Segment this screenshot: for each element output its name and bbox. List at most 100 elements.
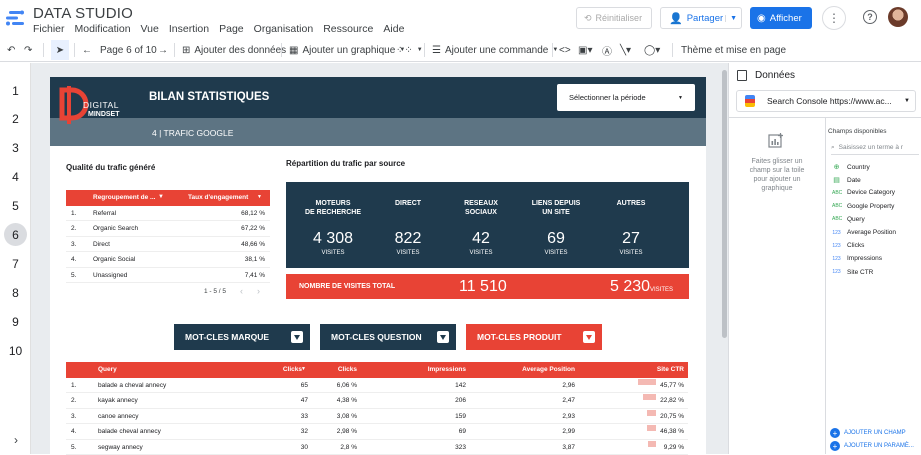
query-header-ctr[interactable]: Site CTR: [657, 366, 684, 373]
page-number[interactable]: 1: [0, 84, 31, 98]
keyword-question-button[interactable]: MOT-CLES QUESTION: [320, 324, 456, 350]
menu-item-0[interactable]: Fichier: [33, 23, 65, 35]
table-row[interactable]: 3.Direct48,66 %: [66, 237, 270, 253]
table-row[interactable]: 4.Organic Social38,1 %: [66, 252, 270, 268]
page-number[interactable]: 6: [0, 228, 31, 242]
quality-header-rate[interactable]: Taux d'engagement: [188, 194, 248, 201]
page-number[interactable]: 5: [0, 199, 31, 213]
site-ctr: 45,77 %: [660, 382, 684, 389]
source-value: 69: [521, 230, 591, 248]
shape-icon[interactable]: ◯▾: [644, 38, 660, 62]
menu-item-4[interactable]: Page: [219, 23, 244, 35]
reset-button[interactable]: ⟲Réinitialiser: [576, 7, 652, 29]
clicks-bar: [643, 394, 656, 400]
next-page-icon[interactable]: →: [158, 38, 168, 62]
menu-item-1[interactable]: Modification: [75, 23, 131, 35]
menu-item-6[interactable]: Ressource: [323, 23, 373, 35]
field-search[interactable]: ⌕ Saisissez un terme à r: [831, 141, 919, 155]
row-group: Organic Search: [93, 225, 138, 232]
community-viz-button[interactable]: ⁘⁘▼: [396, 38, 423, 62]
avatar[interactable]: [888, 7, 908, 27]
row-index: 2.: [71, 225, 76, 232]
period-selector[interactable]: Sélectionner la période ▼: [557, 84, 695, 111]
field-item[interactable]: ABCGoogle Property: [832, 203, 894, 210]
next-icon[interactable]: ›: [257, 286, 260, 296]
theme-layout-button[interactable]: Thème et mise en page: [681, 38, 786, 62]
site-ctr: 9,29 %: [664, 444, 684, 451]
keyword-product-button[interactable]: MOT-CLES PRODUIT: [466, 324, 602, 350]
quality-header-group[interactable]: Regroupement de ...: [93, 194, 155, 201]
table-row[interactable]: 2.kayak annecy474,38 %2062,4722,82 %: [66, 393, 688, 409]
clicks: 33: [301, 413, 308, 420]
page-number[interactable]: 9: [0, 315, 31, 329]
field-item[interactable]: 123Clicks: [832, 242, 864, 249]
source-value: 27: [596, 230, 666, 248]
page-number[interactable]: 10: [0, 344, 31, 358]
page-number[interactable]: 8: [0, 286, 31, 300]
expand-chevron-icon[interactable]: ›: [8, 432, 24, 448]
view-button[interactable]: ◉Afficher: [750, 7, 812, 29]
row-group: Direct: [93, 241, 110, 248]
field-name: Clicks: [847, 242, 864, 249]
table-row[interactable]: 3.canoe annecy333,08 %1592,9320,75 %: [66, 409, 688, 425]
add-data-button[interactable]: ⊞Ajouter des données: [182, 38, 286, 62]
menu-item-5[interactable]: Organisation: [254, 23, 314, 35]
select-cursor-icon[interactable]: ➤: [51, 40, 69, 60]
table-row[interactable]: 1.Referral68,12 %: [66, 206, 270, 222]
keyword-brand-button[interactable]: MOT-CLES MARQUE: [174, 324, 310, 350]
page-number[interactable]: 7: [0, 257, 31, 271]
field-item[interactable]: 123Average Position: [832, 229, 896, 236]
query-header-position[interactable]: Average Position: [522, 366, 575, 373]
help-icon[interactable]: ?: [863, 10, 877, 24]
total-value-secondary: 5 230: [610, 278, 650, 296]
page-number[interactable]: 3: [0, 141, 31, 155]
menu-item-2[interactable]: Vue: [141, 23, 159, 35]
more-vert-icon[interactable]: ⋮: [822, 6, 846, 30]
text-type-icon: ABC: [832, 203, 841, 209]
add-control-button[interactable]: ☰Ajouter une commande▼: [432, 38, 558, 62]
table-row[interactable]: 1.balade a cheval annecy656,06 %1422,964…: [66, 378, 688, 394]
table-row[interactable]: 2.Organic Search67,22 %: [66, 221, 270, 237]
prev-icon[interactable]: ‹: [240, 286, 243, 296]
query-header-clicks-pct[interactable]: Clicks: [338, 366, 357, 373]
field-item[interactable]: ⊕Country: [832, 163, 870, 171]
control-icon: ☰: [432, 45, 441, 56]
table-row[interactable]: 5.Unassigned7,41 %: [66, 268, 270, 284]
query-header-impressions[interactable]: Impressions: [428, 366, 466, 373]
data-studio-logo[interactable]: [6, 10, 24, 26]
line-icon[interactable]: ╲▾: [620, 38, 631, 62]
embed-code-icon[interactable]: <>: [559, 38, 571, 62]
prev-page-icon[interactable]: ←: [82, 38, 92, 62]
add-field-button[interactable]: + AJOUTER UN CHAMP: [830, 428, 906, 438]
page-number[interactable]: 2: [0, 112, 31, 126]
table-row[interactable]: 5.segway annecy302,8 %3233,879,29 %: [66, 440, 688, 455]
query-header-clicks[interactable]: Clicks: [283, 366, 302, 373]
chevron-down-icon[interactable]: ▼: [725, 15, 737, 22]
table-row[interactable]: 4.balade cheval annecy322,98 %692,9946,3…: [66, 424, 688, 440]
query-header-query[interactable]: Query: [98, 366, 117, 373]
page-number[interactable]: 4: [0, 170, 31, 184]
text-icon[interactable]: Ⓐ: [602, 38, 612, 62]
data-source-selector[interactable]: Search Console https://www.ac... ▼: [736, 90, 916, 112]
add-chart-button[interactable]: ▦Ajouter un graphique▼: [289, 38, 405, 62]
redo-icon[interactable]: ↷: [24, 38, 32, 62]
field-item[interactable]: ABCQuery: [832, 216, 865, 223]
chevron-down-icon: [583, 331, 595, 343]
field-item[interactable]: 123Site CTR: [832, 269, 873, 276]
panel-split-divider: [825, 118, 826, 454]
undo-icon[interactable]: ↶: [7, 38, 15, 62]
menu-item-7[interactable]: Aide: [383, 23, 404, 35]
add-param-button[interactable]: + AJOUTER UN PARAMÈ...: [830, 441, 914, 451]
query-text: canoe annecy: [98, 413, 138, 420]
field-item[interactable]: ABCDevice Category: [832, 189, 895, 196]
logo-text-bottom: MINDSET: [88, 111, 120, 118]
dropdown-icon: ▼: [158, 194, 164, 200]
field-item[interactable]: 123Impressions: [832, 255, 882, 262]
canvas-scrollbar[interactable]: [722, 70, 727, 338]
image-icon[interactable]: ▣▾: [578, 38, 592, 62]
menu-item-3[interactable]: Insertion: [169, 23, 209, 35]
globe-icon: ⊕: [832, 163, 841, 171]
share-button[interactable]: 👤Partager ▼: [660, 7, 742, 29]
keyword-brand-label: MOT-CLES MARQUE: [185, 332, 269, 342]
field-item[interactable]: ▤Date: [832, 176, 861, 184]
